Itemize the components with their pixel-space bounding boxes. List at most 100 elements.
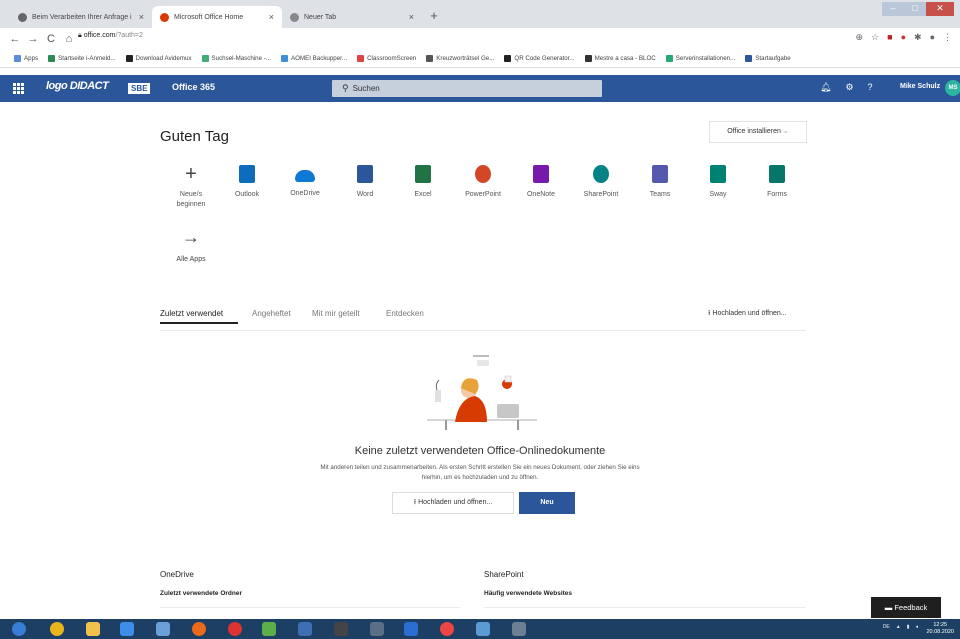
taskbar-app-icon[interactable] <box>298 622 312 636</box>
bookmark-item[interactable]: Startaufgabe <box>745 55 791 62</box>
bookmark-item[interactable]: Serverinstallationen... <box>665 55 735 62</box>
app-launcher-icon[interactable] <box>13 83 24 94</box>
language-indicator[interactable]: DE <box>883 624 890 630</box>
extension-icon[interactable]: ■ <box>887 32 892 43</box>
app-sharepoint[interactable]: SharePoint <box>570 165 632 200</box>
all-apps-label: Alle Apps <box>176 256 206 263</box>
app-label: Neue/s beginnen <box>176 191 206 208</box>
bookmark-item[interactable]: Kreuzworträtsel Ge... <box>426 55 494 62</box>
avatar[interactable]: MS <box>945 80 960 96</box>
notifications-bell-icon[interactable]: 🔔︎ <box>820 82 831 93</box>
upload-open-button[interactable]: ⭱ Hochladen und öffnen... <box>392 492 514 514</box>
opera-taskbar-icon[interactable] <box>228 622 242 636</box>
chrome-taskbar-icon[interactable] <box>50 622 64 636</box>
bookmark-item[interactable]: Download Avidemux <box>125 55 192 62</box>
app-onedrive[interactable]: OneDrive <box>274 165 336 199</box>
app-sway[interactable]: Sway <box>687 165 749 200</box>
app-forms[interactable]: Forms <box>746 165 808 200</box>
taskbar-app-icon[interactable] <box>156 622 170 636</box>
app-word[interactable]: Word <box>334 165 396 200</box>
app-powerpoint[interactable]: PowerPoint <box>452 165 514 200</box>
network-icon[interactable]: ▮ <box>907 624 910 630</box>
bookmark-label: Suchsel-Maschine -... <box>211 55 272 62</box>
new-document-button[interactable]: + Neue/s beginnen <box>160 164 222 210</box>
lock-icon: 🔒︎ <box>78 32 82 39</box>
install-office-button[interactable]: Office installieren ⌄ <box>709 121 807 143</box>
help-icon[interactable]: ? <box>868 82 873 93</box>
app-excel[interactable]: Excel <box>392 165 454 200</box>
bookmark-icon <box>426 55 434 62</box>
onenote-icon <box>533 165 549 183</box>
bookmark-star-icon[interactable]: ☆ <box>871 32 879 43</box>
user-name[interactable]: Mike Schulz <box>900 83 940 90</box>
new-button[interactable]: Neu <box>519 492 575 514</box>
bookmark-apps[interactable]: Apps <box>14 55 38 62</box>
tab-pinned[interactable]: Angeheftet <box>252 309 291 318</box>
sharepoint-section-title[interactable]: SharePoint <box>484 570 524 579</box>
back-icon[interactable]: ← <box>6 33 24 45</box>
sharepoint-icon <box>593 165 609 183</box>
app-title[interactable]: Office 365 <box>172 82 215 92</box>
bookmark-item[interactable]: QR Code Generator... <box>504 55 575 62</box>
tray-arrow-icon[interactable]: ▲ <box>896 624 901 630</box>
bookmark-label: Apps <box>24 55 39 62</box>
app-onenote[interactable]: OneNote <box>510 165 572 200</box>
browser-menu-icon[interactable]: ⋮ <box>943 32 952 43</box>
explorer-taskbar-icon[interactable] <box>86 622 100 636</box>
bookmark-item[interactable]: Suchsel-Maschine -... <box>201 55 272 62</box>
taskbar-app-icon[interactable] <box>512 622 526 636</box>
browser-tab-1[interactable]: Beim Verarbeiten Ihrer Anfrage i × <box>10 6 152 28</box>
bookmark-item[interactable]: ClassroomScreen <box>357 55 416 62</box>
bookmark-item[interactable]: AOMEI Backupper... <box>281 55 347 62</box>
new-tab-button[interactable]: + <box>426 8 442 24</box>
onedrive-section-title[interactable]: OneDrive <box>160 570 194 579</box>
close-tab-icon[interactable]: × <box>409 12 414 22</box>
word-icon <box>357 165 373 183</box>
close-tab-icon[interactable]: × <box>269 12 274 22</box>
maximize-icon[interactable]: □ <box>904 2 926 16</box>
forward-icon[interactable]: → <box>24 33 42 45</box>
close-tab-icon[interactable]: × <box>139 12 144 22</box>
bookmark-label: QR Code Generator... <box>514 55 575 62</box>
feedback-button[interactable]: ▬ Feedback <box>871 597 941 618</box>
home-icon[interactable]: ⌂ <box>60 33 78 45</box>
bookmark-icon <box>48 55 56 62</box>
browser-tab-3[interactable]: Neuer Tab × <box>282 6 422 28</box>
install-office-label: Office installieren <box>727 128 781 135</box>
taskbar-app-icon[interactable] <box>262 622 276 636</box>
window-close-icon[interactable]: ✕ <box>926 2 954 16</box>
all-apps-button[interactable]: → Alle Apps <box>160 228 222 263</box>
reload-icon[interactable]: C <box>42 33 60 45</box>
settings-gear-icon[interactable]: ⚙ <box>845 82 853 93</box>
upload-open-link[interactable]: ⭱ Hochladen und öffnen... <box>708 309 787 320</box>
minimize-icon[interactable]: – <box>882 2 904 16</box>
sharepoint-section-subtitle: Häufig verwendete Websites <box>484 590 573 597</box>
tab-shared-with-me[interactable]: Mit mir geteilt <box>312 309 360 318</box>
app-label: OneNote <box>526 191 556 198</box>
start-button-icon[interactable] <box>12 622 26 636</box>
taskbar-clock[interactable]: 12:25 20.08.2020 <box>926 622 954 636</box>
app-teams[interactable]: Teams <box>629 165 691 200</box>
profile-icon[interactable]: ● <box>930 32 935 43</box>
address-bar[interactable]: 🔒︎ office.com/?auth=2 <box>78 32 143 40</box>
bookmark-item[interactable]: Mestre a casa - BLOC <box>584 55 656 62</box>
browser-tab-2[interactable]: Microsoft Office Home × <box>152 6 282 28</box>
tab-discover[interactable]: Entdecken <box>386 309 424 318</box>
word-taskbar-icon[interactable] <box>476 622 490 636</box>
zoom-icon[interactable]: ⊕ <box>856 32 864 43</box>
firefox-taskbar-icon[interactable] <box>192 622 206 636</box>
chrome-active-taskbar-icon[interactable] <box>440 622 454 636</box>
ie-taskbar-icon[interactable] <box>120 622 134 636</box>
app-outlook[interactable]: Outlook <box>216 165 278 200</box>
taskbar-app-icon[interactable] <box>334 622 348 636</box>
extension-icon[interactable]: ● <box>901 32 906 43</box>
volume-icon[interactable]: ◂ <box>915 624 918 630</box>
extensions-puzzle-icon[interactable]: ✱ <box>914 32 922 43</box>
logodidact-taskbar-icon[interactable] <box>404 622 418 636</box>
bookmark-item[interactable]: Startseite i-Anmeld... <box>48 55 116 62</box>
taskbar-app-icon[interactable] <box>370 622 384 636</box>
bookmark-label: Download Avidemux <box>135 55 192 62</box>
tab-recent[interactable]: Zuletzt verwendet <box>160 309 223 318</box>
search-input[interactable]: ⚲ Suchen <box>332 80 602 97</box>
school-logo[interactable]: logo DIDACT <box>46 80 109 92</box>
